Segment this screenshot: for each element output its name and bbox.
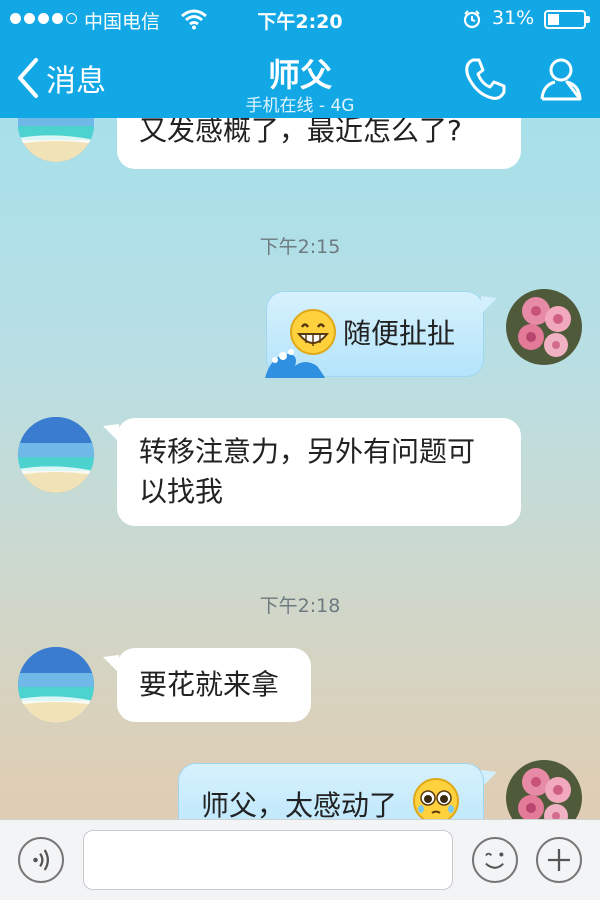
message-text-line: 以找我 <box>139 475 224 508</box>
message-bubble-incoming[interactable]: 转移注意力，另外有问题可 以找我 <box>117 418 521 526</box>
chat-header: 中国电信 下午2:20 31% 消息 师父 手机在线 - 4G <box>0 0 600 118</box>
contact-avatar[interactable] <box>18 647 94 723</box>
message-text: 随便扯扯 <box>343 317 456 350</box>
message-bubble-incoming[interactable]: 又发感概了，最近怎么了? <box>117 118 521 169</box>
message-bubble-incoming[interactable]: 要花就来拿 <box>117 648 311 722</box>
message-input[interactable] <box>83 830 453 890</box>
message-list[interactable]: 又发感概了，最近怎么了? 下午2:15 随便扯扯 转移注意力，另外有问题可 以找… <box>0 118 600 819</box>
message-bubble-outgoing[interactable]: 师父，太感动了 <box>178 763 484 819</box>
battery-percent: 31% <box>492 7 535 29</box>
plus-icon[interactable] <box>536 837 582 883</box>
teary-emoji-icon <box>413 778 459 819</box>
message-timestamp: 下午2:15 <box>259 236 341 258</box>
voice-icon[interactable] <box>18 837 64 883</box>
message-text: 师父，太感动了 <box>201 789 398 819</box>
input-bar <box>0 819 600 900</box>
bubble-tail <box>481 296 497 314</box>
online-status: 手机在线 - 4G <box>245 96 355 116</box>
message-text-line: 转移注意力，另外有问题可 <box>139 435 476 468</box>
user-avatar[interactable] <box>506 289 582 365</box>
contact-avatar[interactable] <box>18 417 94 493</box>
user-avatar[interactable] <box>506 760 582 819</box>
contact-avatar[interactable] <box>18 118 94 162</box>
contact-name: 师父 <box>267 56 332 94</box>
profile-icon[interactable] <box>537 55 585 103</box>
message-text: 要花就来拿 <box>139 668 280 701</box>
status-bar: 中国电信 下午2:20 31% <box>0 0 600 38</box>
phone-icon[interactable] <box>462 56 508 102</box>
alarm-icon <box>463 10 481 29</box>
emoji-icon[interactable] <box>472 837 518 883</box>
message-timestamp: 下午2:18 <box>259 595 341 617</box>
battery-icon <box>544 10 590 29</box>
wave-decoration <box>265 349 325 378</box>
message-text: 又发感概了，最近怎么了? <box>139 118 462 147</box>
message-bubble-outgoing[interactable]: 随便扯扯 <box>265 291 484 378</box>
